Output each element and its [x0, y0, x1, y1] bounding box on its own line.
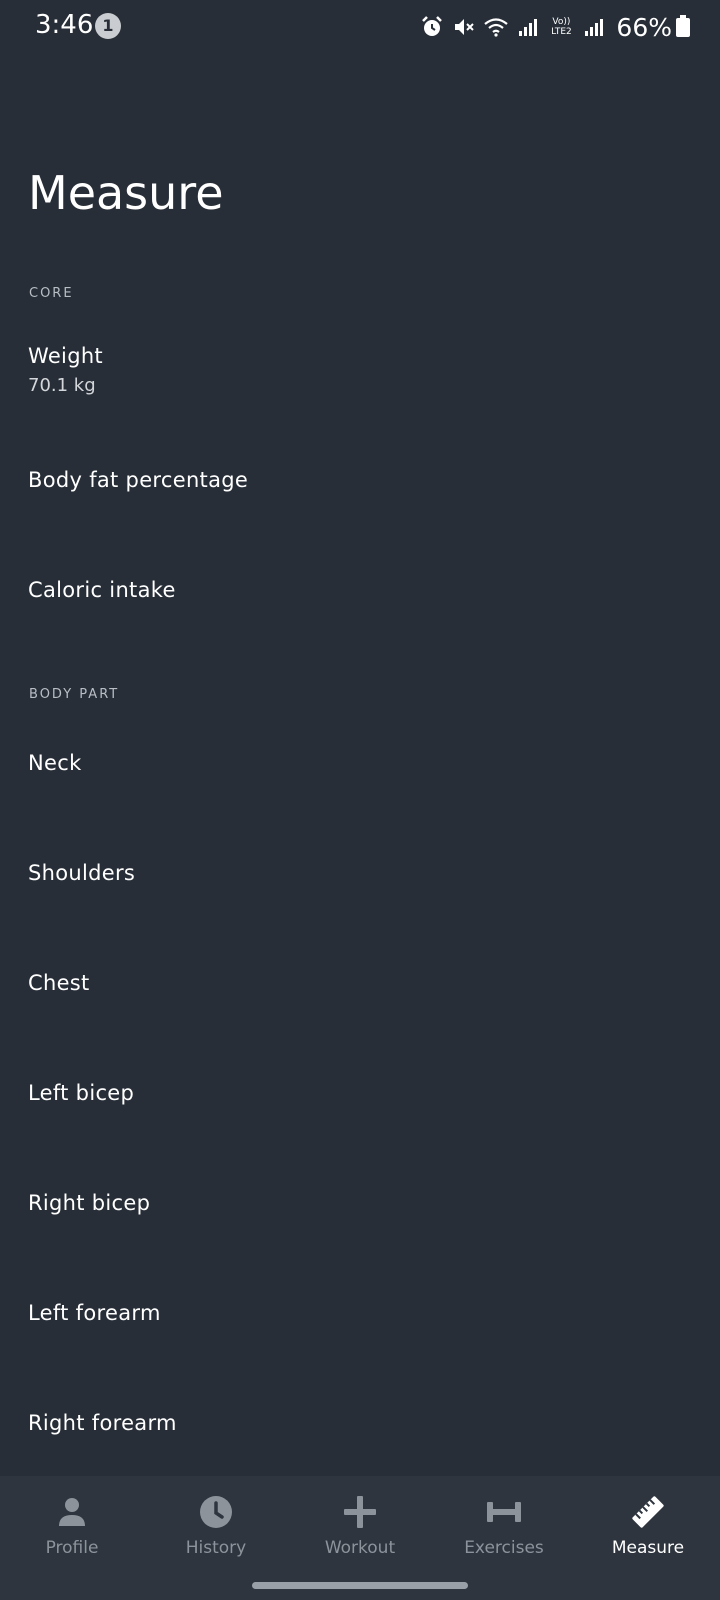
nav-item-exercises[interactable]: Exercises	[432, 1476, 576, 1576]
battery-percent: 66%	[616, 12, 672, 42]
measure-row-body-fat[interactable]: Body fat percentage	[0, 445, 720, 545]
signal-icon	[519, 19, 538, 36]
home-indicator[interactable]	[252, 1582, 468, 1589]
measure-row-right-forearm[interactable]: Right forearm	[0, 1388, 720, 1488]
row-label: Body fat percentage	[28, 468, 249, 492]
measure-row-caloric-intake[interactable]: Caloric intake	[0, 555, 720, 655]
wifi-icon	[484, 18, 509, 37]
page-title: Measure	[28, 166, 224, 220]
measure-row-shoulders[interactable]: Shoulders	[0, 838, 720, 938]
volte-indicator: Vo)) LTE2	[551, 17, 572, 37]
row-label: Right forearm	[28, 1411, 177, 1435]
row-label: Weight	[28, 344, 103, 368]
row-label: Shoulders	[28, 861, 136, 885]
measure-row-neck[interactable]: Neck	[0, 728, 720, 828]
plus-icon	[344, 1496, 376, 1528]
section-header-core: CORE	[29, 286, 74, 301]
signal-icon-2	[585, 19, 604, 36]
nav-item-workout[interactable]: Workout	[288, 1476, 432, 1576]
clock-icon	[200, 1496, 232, 1528]
nav-item-measure[interactable]: Measure	[576, 1476, 720, 1576]
row-label: Caloric intake	[28, 578, 176, 602]
nav-label: Workout	[324, 1538, 396, 1558]
nav-label: Exercises	[464, 1538, 544, 1558]
dumbbell-icon	[487, 1502, 521, 1522]
person-icon	[59, 1498, 85, 1526]
row-label: Left bicep	[28, 1081, 135, 1105]
nav-label: Profile	[45, 1538, 99, 1558]
status-time: 3:46	[35, 10, 94, 40]
nav-item-history[interactable]: History	[144, 1476, 288, 1576]
measure-row-left-bicep[interactable]: Left bicep	[0, 1058, 720, 1158]
nav-label: History	[185, 1538, 247, 1558]
ruler-icon	[632, 1496, 664, 1528]
row-value: 70.1 kg	[28, 375, 96, 396]
row-label: Chest	[28, 971, 90, 995]
notification-count-badge: 1	[95, 13, 121, 39]
row-label: Neck	[28, 751, 82, 775]
status-bar: 3:46 1 Vo)) LTE2 66%	[0, 0, 720, 52]
section-header-body-part: BODY PART	[29, 687, 120, 702]
measure-row-right-bicep[interactable]: Right bicep	[0, 1168, 720, 1268]
battery-icon	[676, 15, 690, 37]
measure-row-weight[interactable]: Weight 70.1 kg	[0, 335, 720, 435]
nav-item-profile[interactable]: Profile	[0, 1476, 144, 1576]
mute-icon	[455, 19, 475, 35]
row-label: Left forearm	[28, 1301, 161, 1325]
alarm-icon	[422, 16, 443, 36]
nav-label: Measure	[611, 1538, 685, 1558]
row-label: Right bicep	[28, 1191, 151, 1215]
measure-row-chest[interactable]: Chest	[0, 948, 720, 1048]
measure-row-left-forearm[interactable]: Left forearm	[0, 1278, 720, 1378]
